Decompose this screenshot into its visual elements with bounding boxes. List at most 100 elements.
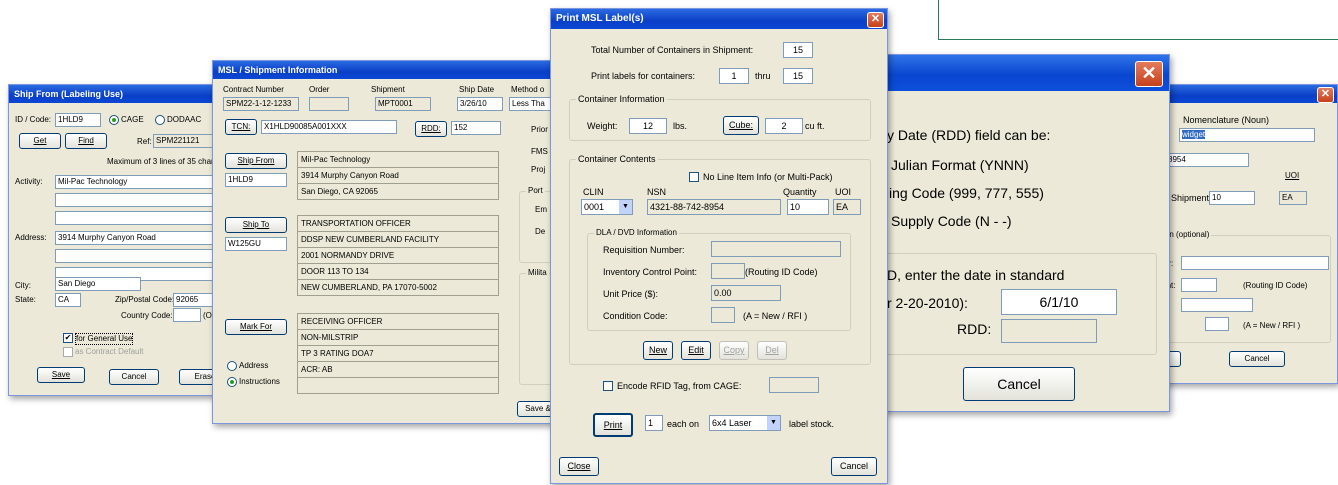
icp-field: [711, 263, 745, 279]
ship-from-code-input[interactable]: 1HLD9: [225, 173, 287, 187]
no-line-item-checkbox[interactable]: [689, 172, 699, 182]
each-count-input[interactable]: 1: [645, 415, 663, 431]
uoi-label: UOI: [1285, 171, 1300, 180]
mark-for-address: RECEIVING OFFICER NON-MILSTRIP TP 3 RATI…: [297, 313, 499, 394]
thru-label: thru: [755, 71, 771, 81]
total-containers-input[interactable]: 15: [783, 42, 813, 58]
nomenclature-window: ✕ Nomenclature (Noun) widget 742-8954 UO…: [1150, 84, 1338, 384]
lbs-label: lbs.: [673, 121, 688, 131]
shipment-qty-input[interactable]: 10: [1209, 191, 1255, 205]
from-container-input[interactable]: 1: [719, 68, 749, 84]
new-button[interactable]: New: [643, 341, 673, 360]
rdd-input[interactable]: 152: [451, 121, 501, 135]
print-button[interactable]: Print: [593, 413, 633, 437]
shipment-qty-label: Shipment:: [1171, 193, 1212, 203]
quantity-input[interactable]: 10: [787, 199, 829, 215]
rdd-entry-format: r 2-20-2010):: [887, 295, 968, 311]
close-icon[interactable]: ✕: [867, 12, 884, 28]
quantity-label: Quantity: [783, 187, 817, 197]
chevron-down-icon[interactable]: ▼: [767, 416, 780, 430]
mark-for-button[interactable]: Mark For: [225, 319, 287, 335]
cube-button[interactable]: Cube:: [723, 116, 759, 135]
get-button-label: Get: [33, 136, 47, 145]
cage-radio[interactable]: [109, 115, 119, 125]
thru-container-input[interactable]: 15: [783, 68, 813, 84]
dla-info-title: DLA / DVD Information: [594, 228, 679, 238]
clin-select[interactable]: 0001 ▼: [581, 199, 633, 215]
general-use-checkbox[interactable]: ✔: [63, 333, 73, 343]
rdd-date-input[interactable]: 6/1/10: [1001, 289, 1117, 315]
nsn-field: 4321-88-742-8954: [647, 199, 781, 215]
instructions-radio[interactable]: [227, 377, 237, 387]
edit-button-label: Edit: [688, 345, 704, 355]
requisition-label: Requisition Number:: [603, 245, 685, 255]
find-button[interactable]: Find: [65, 133, 107, 149]
close-icon[interactable]: ✕: [1135, 61, 1163, 87]
ship-from-line: Mil-Pac Technology: [298, 152, 498, 168]
requisition-input[interactable]: [1181, 256, 1329, 270]
country-input[interactable]: [173, 308, 201, 322]
cancel-button[interactable]: Cancel: [1229, 351, 1285, 367]
requisition-field: [711, 241, 841, 257]
dodaac-label: DODAAC: [167, 115, 202, 124]
chevron-down-icon[interactable]: ▼: [619, 200, 632, 214]
tcn-button[interactable]: TCN:: [225, 119, 257, 135]
rdd-info-line: Supply Code (N - -): [891, 213, 1012, 229]
nomenclature-input[interactable]: widget: [1179, 128, 1315, 142]
rdd-button[interactable]: RDD:: [415, 121, 447, 137]
order-label: Order: [309, 85, 330, 94]
tcn-input[interactable]: X1HLD90085A001XXX: [261, 120, 397, 134]
address-radio[interactable]: [227, 361, 237, 371]
close-icon[interactable]: ✕: [1317, 87, 1334, 103]
unit-price-input[interactable]: [1181, 298, 1253, 312]
id-code-input[interactable]: 1HLD9: [55, 113, 101, 127]
get-button[interactable]: Get: [19, 133, 61, 149]
mark-for-line: NON-MILSTRIP: [298, 330, 498, 346]
total-containers-label: Total Number of Containers in Shipment:: [591, 45, 754, 55]
rdd-info-line: ing Code (999, 777, 555): [889, 185, 1044, 201]
ship-to-button[interactable]: Ship To: [225, 217, 287, 233]
each-on-label: each on: [667, 419, 700, 429]
condition-input[interactable]: [1205, 317, 1229, 331]
state-input[interactable]: CA: [55, 293, 81, 307]
contract-default-checkbox[interactable]: [63, 347, 73, 357]
cancel-button[interactable]: Cancel: [109, 369, 159, 385]
city-input[interactable]: San Diego: [55, 277, 141, 291]
shipment-field: MPT0001: [375, 97, 431, 111]
rdd-dialog-titlebar: [883, 55, 1169, 91]
cancel-button[interactable]: Cancel: [963, 367, 1075, 401]
ship-from-button[interactable]: Ship From: [225, 153, 287, 169]
edit-button[interactable]: Edit: [681, 341, 711, 360]
cube-input[interactable]: 2: [765, 118, 803, 134]
save-and-button[interactable]: Save &: [517, 401, 553, 417]
cancel-button[interactable]: Cancel: [831, 457, 877, 476]
em-label: Em: [535, 205, 547, 214]
label-stock-select[interactable]: 6x4 Laser ▼: [709, 415, 781, 431]
nomenclature-titlebar: [1151, 85, 1337, 103]
mark-for-line: TP 3 RATING DOA7: [298, 346, 498, 362]
label-stock-label: label stock.: [789, 419, 835, 429]
encode-rfid-checkbox[interactable]: [603, 381, 613, 391]
nomenclature-value: widget: [1182, 130, 1206, 139]
del-button-label: Del: [765, 345, 779, 355]
method-select[interactable]: Less Tha: [509, 97, 553, 111]
ship-date-input[interactable]: 3/26/10: [457, 97, 503, 111]
weight-input[interactable]: 12: [629, 118, 667, 134]
dodaac-radio[interactable]: [155, 115, 165, 125]
cube-button-label: Cube:: [728, 120, 754, 130]
routing-hint: (Routing ID Code): [745, 267, 818, 277]
close-button[interactable]: Close: [559, 457, 599, 476]
activity-label: Activity:: [15, 177, 43, 186]
del-button[interactable]: Del: [757, 341, 787, 360]
copy-button[interactable]: Copy: [719, 341, 749, 360]
ship-to-line: 2001 NORMANDY DRIVE: [298, 248, 498, 264]
ship-to-line: TRANSPORTATION OFFICER: [298, 216, 498, 232]
method-label: Method o: [511, 85, 545, 94]
ship-to-code-input[interactable]: W125GU: [225, 237, 287, 251]
weight-label: Weight:: [587, 121, 618, 131]
de-label: De: [535, 227, 546, 236]
clin-label: CLIN: [583, 187, 604, 197]
icp-input[interactable]: [1181, 278, 1217, 292]
ship-to-line: DOOR 113 TO 134: [298, 264, 498, 280]
save-button[interactable]: Save: [37, 367, 85, 383]
